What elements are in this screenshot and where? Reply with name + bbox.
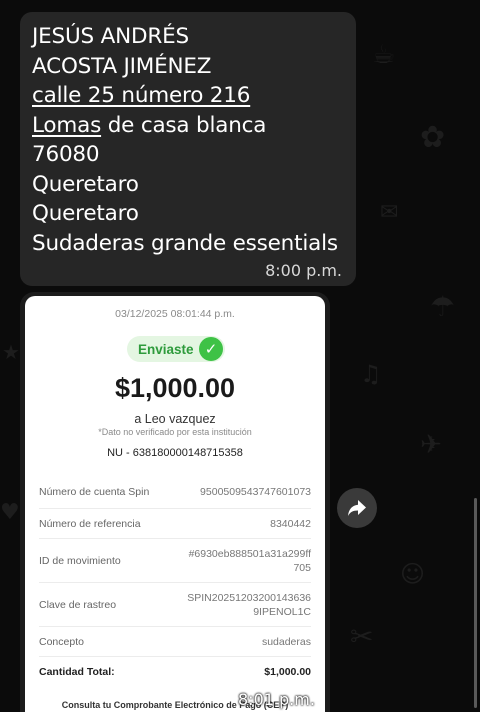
recipient-account: NU - 638180000148715358 — [107, 447, 243, 459]
status-badge: Enviaste ✓ — [127, 336, 225, 362]
total-value: $1,000.00 — [264, 666, 311, 678]
message-line: 76080 — [32, 142, 100, 167]
unverified-note: *Dato no verificado por esta institución — [98, 427, 252, 437]
detail-value: 9500509543747601073 — [200, 486, 311, 498]
detail-row: ID de movimiento #6930eb888501a31a299ff 7… — [39, 539, 311, 583]
detail-label: Concepto — [39, 635, 84, 648]
message-line: JESÚS ANDRÉS — [32, 24, 189, 49]
detail-value: #6930eb888501a31a299ff 705 — [188, 547, 311, 574]
message-bubble[interactable]: JESÚS ANDRÉS ACOSTA JIMÉNEZ calle 25 núm… — [20, 12, 356, 286]
message-line: ACOSTA JIMÉNEZ — [32, 53, 212, 79]
total-label: Cantidad Total: — [39, 666, 115, 678]
receipt-image[interactable]: 03/12/2025 08:01:44 p.m. Enviaste ✓ $1,0… — [25, 296, 325, 712]
status-label: Enviaste — [138, 341, 194, 357]
receipt-datetime: 03/12/2025 08:01:44 p.m. — [115, 308, 235, 320]
receipt-time: 8:01 p.m. — [238, 690, 315, 709]
detail-value: SPIN20251203200143636 9IPENOL1C — [187, 591, 311, 618]
detail-row: Número de referencia 8340442 — [39, 509, 311, 539]
image-message-bubble[interactable]: 03/12/2025 08:01:44 p.m. Enviaste ✓ $1,0… — [20, 292, 330, 712]
message-line: Lomas de casa blanca — [32, 112, 267, 138]
transfer-amount: $1,000.00 — [114, 373, 236, 403]
check-circle-icon: ✓ — [199, 337, 223, 361]
detail-label: Número de referencia — [39, 517, 141, 530]
detail-value: 8340442 — [270, 517, 311, 530]
total-row: Cantidad Total: $1,000.00 — [39, 657, 311, 687]
receipt-details: Número de cuenta Spin 950050954374760107… — [39, 476, 311, 687]
detail-label: ID de movimiento — [39, 554, 121, 567]
message-address-link[interactable]: calle 25 número 216 — [32, 81, 344, 111]
detail-label: Número de cuenta Spin — [39, 486, 150, 498]
recipient-name: a Leo vazquez — [134, 412, 216, 426]
detail-row: Número de cuenta Spin 950050954374760107… — [39, 476, 311, 509]
detail-row: Concepto sudaderas — [39, 627, 311, 657]
message-line: Queretaro — [32, 201, 139, 226]
address-link[interactable]: Lomas — [32, 113, 101, 138]
detail-row: Clave de rastreo SPIN20251203200143636 9I… — [39, 583, 311, 627]
detail-value: sudaderas — [261, 635, 311, 648]
message-time: 8:00 p.m. — [265, 261, 342, 280]
forward-button[interactable] — [337, 488, 377, 528]
detail-label: Clave de rastreo — [39, 598, 117, 611]
scrollbar[interactable] — [474, 498, 477, 708]
message-line: Queretaro — [32, 171, 139, 197]
forward-arrow-icon — [348, 500, 366, 516]
message-line: Sudaderas grande essentials — [32, 230, 338, 256]
